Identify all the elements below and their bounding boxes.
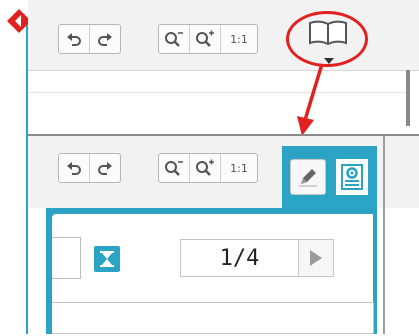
top-zoom-reset-button[interactable]: 1:1	[221, 25, 257, 53]
top-history-group	[58, 24, 121, 54]
annotate-button[interactable]	[290, 159, 326, 195]
bottom-zoom-reset-label: 1:1	[230, 161, 248, 175]
bottom-zoom-out-button[interactable]	[159, 154, 190, 182]
callout-arrow-icon	[297, 63, 324, 136]
page-indicator[interactable]: 1/4	[181, 240, 299, 276]
highlight-circle	[286, 11, 368, 67]
bottom-zoom-in-button[interactable]	[190, 154, 221, 182]
undo-icon	[67, 162, 81, 175]
content-field[interactable]	[52, 302, 374, 334]
top-undo-button[interactable]	[59, 25, 90, 53]
zoom-in-icon	[196, 159, 214, 176]
top-redo-button[interactable]	[90, 25, 120, 53]
top-zoom-reset-label: 1:1	[230, 32, 248, 46]
bottom-panel-edge	[383, 136, 385, 334]
zoom-in-icon	[196, 30, 214, 47]
bottom-history-group	[58, 153, 121, 183]
top-zoom-group: 1:1	[158, 24, 258, 54]
top-zoom-out-button[interactable]	[159, 25, 190, 53]
bottom-undo-button[interactable]	[59, 154, 90, 182]
top-divider	[28, 92, 408, 93]
history-button[interactable]	[94, 246, 120, 272]
bottom-zoom-group: 1:1	[158, 153, 258, 183]
play-right-icon	[310, 250, 322, 266]
page-navigator: 1/4	[180, 239, 334, 277]
document-view-icon	[341, 164, 363, 190]
zoom-out-icon	[165, 161, 183, 176]
document-view-button[interactable]	[336, 159, 368, 195]
pencil-icon	[299, 169, 317, 187]
search-field[interactable]	[52, 237, 81, 279]
redo-icon	[98, 33, 112, 46]
zoom-out-icon	[165, 32, 183, 47]
next-page-button[interactable]	[299, 240, 333, 276]
undo-icon	[67, 33, 81, 46]
bottom-zoom-reset-button[interactable]: 1:1	[221, 154, 257, 182]
top-zoom-in-button[interactable]	[190, 25, 221, 53]
bottom-redo-button[interactable]	[90, 154, 120, 182]
redo-icon	[98, 162, 112, 175]
top-panel-edge	[406, 70, 410, 126]
hourglass-icon	[100, 251, 114, 267]
